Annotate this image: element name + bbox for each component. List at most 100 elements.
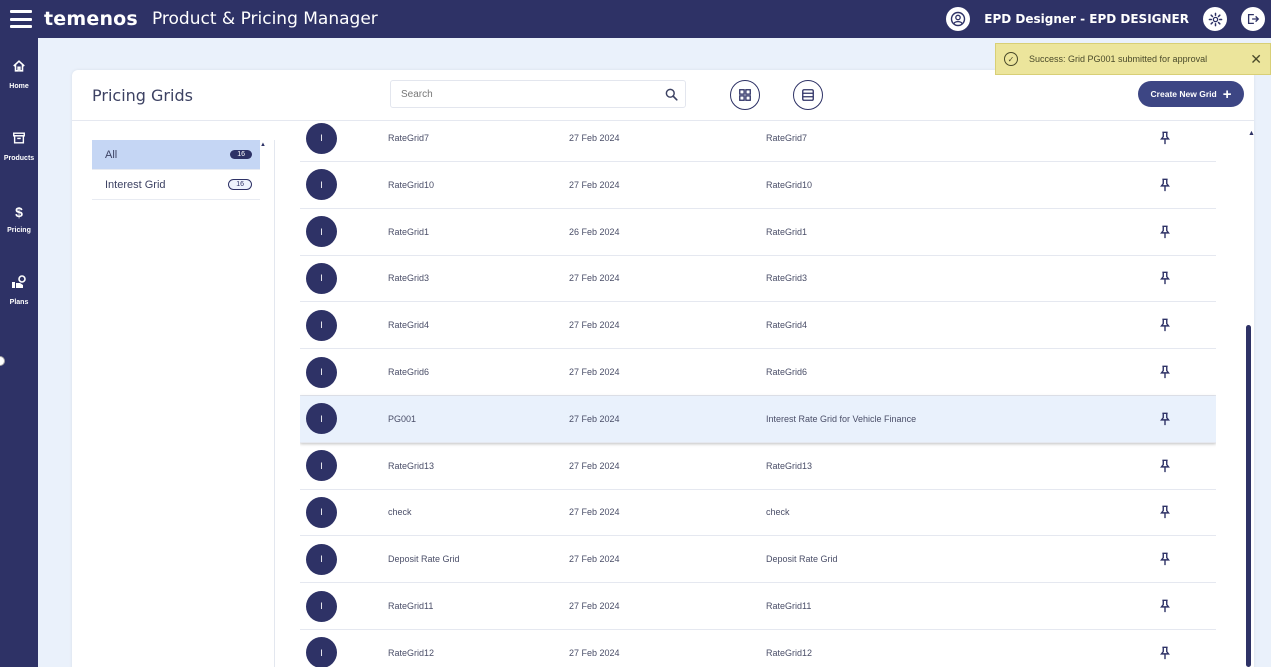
grid-description: RateGrid1 xyxy=(766,226,808,237)
table-row[interactable]: I RateGrid3 27 Feb 2024 RateGrid3 xyxy=(300,255,1216,303)
grid-description: RateGrid3 xyxy=(766,273,808,284)
grid-description: RateGrid4 xyxy=(766,320,808,331)
table-row[interactable]: I Deposit Rate Grid 27 Feb 2024 Deposit Rat… xyxy=(300,536,1216,584)
scrollbar-thumb[interactable] xyxy=(1246,325,1251,667)
grid-date: 27 Feb 2024 xyxy=(569,601,620,611)
brand-logo: temenos xyxy=(44,8,138,30)
pin-icon[interactable] xyxy=(1158,225,1172,239)
grid-name: RateGrid1 xyxy=(388,226,430,237)
pin-icon[interactable] xyxy=(1158,552,1172,566)
grid-type-avatar: I xyxy=(306,262,337,294)
pin-icon[interactable] xyxy=(1158,646,1172,660)
table-row[interactable]: I RateGrid6 27 Feb 2024 RateGrid6 xyxy=(300,349,1216,396)
pin-icon[interactable] xyxy=(1158,365,1172,379)
page-title: Pricing Grids xyxy=(92,86,193,105)
grid-type-avatar: I xyxy=(306,309,337,341)
search-input[interactable] xyxy=(401,88,657,100)
plans-icon xyxy=(11,274,27,293)
grid-name: RateGrid3 xyxy=(388,273,430,284)
grid-description: RateGrid10 xyxy=(766,179,813,190)
grid-name: Deposit Rate Grid xyxy=(388,554,460,565)
grid-type-avatar: I xyxy=(306,590,337,622)
grid-view-button[interactable] xyxy=(730,80,760,110)
grid-name: RateGrid7 xyxy=(388,133,430,143)
pin-icon[interactable] xyxy=(1158,505,1172,519)
nav-plans[interactable]: Plans xyxy=(0,254,38,326)
filter-all[interactable]: All 16 xyxy=(92,140,260,170)
grid-date: 27 Feb 2024 xyxy=(569,413,620,424)
grid-description: RateGrid6 xyxy=(766,367,808,377)
success-toast: ✓ Success: Grid PG001 submitted for appr… xyxy=(995,43,1271,75)
grid-date: 27 Feb 2024 xyxy=(569,273,620,284)
grid-date: 26 Feb 2024 xyxy=(569,226,620,237)
grid-date: 27 Feb 2024 xyxy=(569,460,620,471)
grid-description: RateGrid11 xyxy=(766,601,812,611)
table-row[interactable]: I RateGrid11 27 Feb 2024 RateGrid11 xyxy=(300,583,1216,630)
create-new-grid-label: Create New Grid xyxy=(1150,89,1217,99)
pin-icon[interactable] xyxy=(1158,599,1172,613)
grid-name: PG001 xyxy=(388,413,417,424)
grid-description: check xyxy=(766,507,790,518)
search-icon[interactable] xyxy=(657,88,685,101)
grid-name: RateGrid6 xyxy=(388,367,430,377)
panel-divider xyxy=(274,140,275,667)
table-row[interactable]: I RateGrid4 27 Feb 2024 RateGrid4 xyxy=(300,302,1216,350)
table-row[interactable]: I RateGrid12 27 Feb 2024 RateGrid12 xyxy=(300,630,1216,667)
create-new-grid-button[interactable]: Create New Grid + xyxy=(1138,81,1244,107)
grid-name: check xyxy=(388,507,412,518)
list-view-icon xyxy=(802,89,814,101)
grid-description: Interest Rate Grid for Vehicle Finance xyxy=(766,413,917,424)
home-icon xyxy=(12,59,26,77)
nav-home[interactable]: Home xyxy=(0,38,38,110)
logout-icon[interactable] xyxy=(1241,7,1265,31)
table-row[interactable]: I RateGrid7 27 Feb 2024 RateGrid7 xyxy=(300,121,1216,162)
user-avatar-icon[interactable] xyxy=(946,7,971,31)
user-name[interactable]: EPD Designer - EPD DESIGNER xyxy=(984,12,1189,26)
pricing-grids-card: Pricing Grids Create New Grid + All 16 I… xyxy=(72,70,1254,667)
grid-type-avatar: I xyxy=(306,543,337,575)
grid-name: RateGrid4 xyxy=(388,320,430,331)
pin-icon[interactable] xyxy=(1158,459,1172,473)
pin-icon[interactable] xyxy=(1158,318,1172,332)
archive-icon xyxy=(12,131,26,149)
nav-products-label: Products xyxy=(3,154,35,162)
grid-name: RateGrid11 xyxy=(388,601,434,611)
check-circle-icon: ✓ xyxy=(1004,52,1018,66)
grid-name: RateGrid10 xyxy=(388,179,435,190)
pin-icon[interactable] xyxy=(1158,178,1172,192)
plus-icon: + xyxy=(1222,85,1232,103)
grid-date: 27 Feb 2024 xyxy=(569,507,620,518)
grid-description: RateGrid12 xyxy=(766,647,813,658)
table-row[interactable]: Icheck 27 Feb 2024 check xyxy=(300,489,1216,537)
grid-date: 27 Feb 2024 xyxy=(569,133,620,143)
grid-name: RateGrid13 xyxy=(388,460,435,471)
card-header: Pricing Grids Create New Grid + xyxy=(72,70,1254,121)
nav-products[interactable]: Products xyxy=(0,110,38,182)
grid-date: 27 Feb 2024 xyxy=(569,554,620,565)
count-badge: 16 xyxy=(230,150,252,159)
grid-description: Deposit Rate Grid xyxy=(766,554,838,565)
filter-scroll-up-icon[interactable]: ▲ xyxy=(260,142,266,148)
grid-list: I RateGrid7 27 Feb 2024 RateGrid7 I RateGrid1… xyxy=(300,121,1216,667)
table-row[interactable]: I RateGrid1 26 Feb 2024 RateGrid1 xyxy=(300,209,1216,256)
scroll-up-icon[interactable]: ▲ xyxy=(1248,130,1255,137)
grid-type-avatar: I xyxy=(306,450,337,482)
pin-icon[interactable] xyxy=(1158,271,1172,285)
settings-gear-icon[interactable] xyxy=(1203,7,1227,31)
pin-icon[interactable] xyxy=(1158,131,1172,145)
pin-icon[interactable] xyxy=(1158,412,1172,426)
table-row[interactable]: I RateGrid13 27 Feb 2024 RateGrid13 xyxy=(300,443,1216,490)
filter-interest-grid[interactable]: Interest Grid 16 xyxy=(92,170,260,200)
grid-date: 27 Feb 2024 xyxy=(569,179,620,190)
table-row[interactable]: I RateGrid10 27 Feb 2024 RateGrid10 xyxy=(300,162,1216,209)
grid-name: RateGrid12 xyxy=(388,647,435,658)
top-bar: temenos Product & Pricing Manager EPD De… xyxy=(0,0,1271,38)
table-row[interactable]: I PG001 27 Feb 2024 Interest Rate Grid for … xyxy=(300,395,1216,443)
close-icon[interactable]: ✕ xyxy=(1250,51,1262,68)
nav-pricing[interactable]: $ Pricing xyxy=(0,182,38,254)
count-badge: 16 xyxy=(228,179,252,190)
menu-icon[interactable] xyxy=(10,10,32,28)
filter-label: Interest Grid xyxy=(105,178,166,191)
top-right-controls: EPD Designer - EPD DESIGNER xyxy=(946,0,1265,38)
list-view-button[interactable] xyxy=(793,80,823,110)
